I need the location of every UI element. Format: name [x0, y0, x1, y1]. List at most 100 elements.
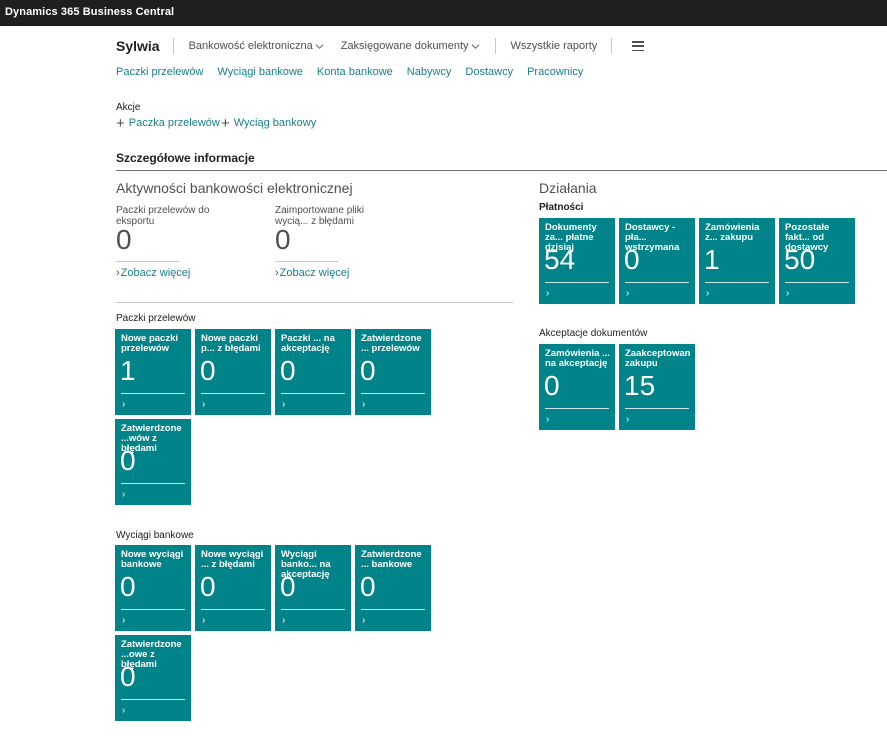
link-vendors[interactable]: Dostawcy [465, 66, 513, 78]
tile-value: 1 [704, 244, 720, 275]
chevron-right-icon: › [122, 705, 126, 716]
tile-label: Zamówienia z... zakupu [705, 223, 760, 243]
tile-divider [361, 393, 425, 394]
link-customers[interactable]: Nabywcy [407, 66, 452, 78]
chevron-right-icon: › [282, 399, 286, 410]
tile-value: 54 [544, 244, 576, 275]
cue-tile[interactable]: Zatwierdzone ...owe z błędami 0 › [115, 635, 191, 721]
hamburger-icon[interactable] [632, 41, 645, 51]
app-bar: Dynamics 365 Business Central [0, 0, 887, 26]
cue-tile[interactable]: Nowe wyciągi bankowe 0 › [115, 545, 191, 631]
chevron-down-icon [315, 43, 324, 49]
new-bank-statement-action[interactable]: + Wyciąg bankowy [221, 116, 317, 131]
link-bank-statements[interactable]: Wyciągi bankowe [217, 66, 303, 78]
chevron-right-icon: › [362, 615, 366, 626]
chevron-right-icon: › [626, 288, 630, 299]
tile-value: 0 [280, 355, 296, 386]
section-divider [116, 170, 887, 171]
actions-label: Akcje [116, 102, 141, 113]
plus-icon: + [116, 114, 125, 132]
cue-tile[interactable]: Zaakceptowan... zakupu15 › [619, 344, 695, 430]
navigation-links: Paczki przelewów Wyciągi bankowe Konta b… [116, 66, 597, 78]
tile-divider [361, 609, 425, 610]
chevron-right-icon: › [546, 414, 550, 425]
cue-tile[interactable]: Zamówienia ... na akceptację 0 › [539, 344, 615, 430]
operations-title: Działania [539, 180, 597, 196]
cue-tile[interactable]: Zatwierdzone ... bankowe 0 › [355, 545, 431, 631]
chevron-right-icon: › [122, 399, 126, 410]
action-label: Wyciąg bankowy [233, 117, 317, 129]
tile-label: Nowe paczki przelewów [121, 334, 179, 354]
cue-tile[interactable]: Nowe paczki p... z błędami 0 › [195, 329, 271, 415]
tile-value: 0 [120, 445, 136, 476]
chevron-right-icon: › [275, 267, 279, 279]
tile-label: Zatwierdzone ... przelewów [361, 334, 422, 354]
tile-value: 0 [200, 571, 216, 602]
tile-value: 0 [624, 244, 640, 275]
chevron-right-icon: › [122, 615, 126, 626]
activities-divider [116, 302, 513, 303]
cue-tile[interactable]: Nowe wyciągi ... z błędami 0 › [195, 545, 271, 631]
tile-divider [625, 282, 689, 283]
cue-tile[interactable]: Dostawcy - pła... wstrzymana 0 › [619, 218, 695, 304]
profile-name[interactable]: Sylwia [116, 38, 160, 54]
chevron-right-icon: › [786, 288, 790, 299]
chevron-right-icon: › [626, 414, 630, 425]
chevron-right-icon: › [362, 399, 366, 410]
cue-tile[interactable]: Pozostałe fakt... od dostawcy 50 › [779, 218, 855, 304]
separator [172, 38, 174, 54]
cue-tile[interactable]: Zatwierdzone ... przelewów 0 › [355, 329, 431, 415]
payments-title: Płatności [539, 202, 584, 213]
tile-divider [281, 609, 345, 610]
tile-divider [625, 408, 689, 409]
tile-divider [201, 393, 265, 394]
link-employees[interactable]: Pracownicy [527, 66, 583, 78]
menu-all-reports-label: Wszystkie raporty [510, 40, 598, 52]
see-more-label: Zobacz więcej [279, 267, 350, 279]
chevron-right-icon: › [202, 615, 206, 626]
cue-label: Paczki przelewów do eksportu [116, 205, 210, 227]
link-bank-accounts[interactable]: Konta bankowe [317, 66, 393, 78]
separator [494, 38, 496, 54]
link-payment-batches[interactable]: Paczki przelewów [116, 66, 203, 78]
cue-tile[interactable]: Nowe paczki przelewów 1 › [115, 329, 191, 415]
see-more-link[interactable]: › Zobacz więcej [116, 267, 190, 279]
cue-tile[interactable]: Wyciągi banko... na akceptację 0 › [275, 545, 351, 631]
tile-value: 50 [784, 244, 816, 275]
tile-value: 15 [624, 370, 656, 401]
cue-underline [116, 261, 179, 262]
tile-value: 0 [280, 571, 296, 602]
menu-all-reports[interactable]: Wszystkie raporty [511, 40, 598, 52]
cue-tile[interactable]: Zatwierdzone ...wów z błędami 0 › [115, 419, 191, 505]
tile-label: Zatwierdzone ... bankowe [361, 550, 422, 570]
chevron-right-icon: › [202, 399, 206, 410]
tile-value: 0 [120, 661, 136, 692]
new-payment-batch-action[interactable]: + Paczka przelewów [116, 114, 220, 132]
tile-label: Zamówienia ... na akceptację [545, 349, 610, 369]
see-more-link[interactable]: › Zobacz więcej [275, 267, 349, 279]
menu-posted-documents[interactable]: Zaksięgowane dokumenty [341, 40, 480, 52]
cue-tile[interactable]: Zamówienia z... zakupu 1 › [699, 218, 775, 304]
tile-value: 0 [360, 355, 376, 386]
tile-divider [281, 393, 345, 394]
app-title[interactable]: Dynamics 365 Business Central [5, 6, 174, 18]
tile-divider [121, 393, 185, 394]
cue-value[interactable]: 0 [116, 224, 132, 256]
approvals-title: Akceptacje dokumentów [539, 328, 648, 339]
chevron-right-icon: › [282, 615, 286, 626]
chevron-right-icon: › [116, 267, 120, 279]
tile-value: 1 [120, 355, 136, 386]
tile-value: 0 [200, 355, 216, 386]
tile-label: Nowe paczki p... z błędami [201, 334, 261, 354]
cue-tile[interactable]: Paczki ... na akceptację 0 › [275, 329, 351, 415]
tile-label: Paczki ... na akceptację [281, 334, 335, 354]
tile-divider [545, 282, 609, 283]
cue-value[interactable]: 0 [275, 224, 291, 256]
tile-divider [121, 483, 185, 484]
cue-tile[interactable]: Dokumenty za... płatne dzisiaj 54 › [539, 218, 615, 304]
menu-banking[interactable]: Bankowość elektroniczna [189, 40, 324, 52]
tile-label: Nowe wyciągi bankowe [121, 550, 184, 570]
chevron-right-icon: › [122, 489, 126, 500]
tile-divider [201, 609, 265, 610]
bank-statements-title: Wyciągi bankowe [116, 530, 194, 541]
